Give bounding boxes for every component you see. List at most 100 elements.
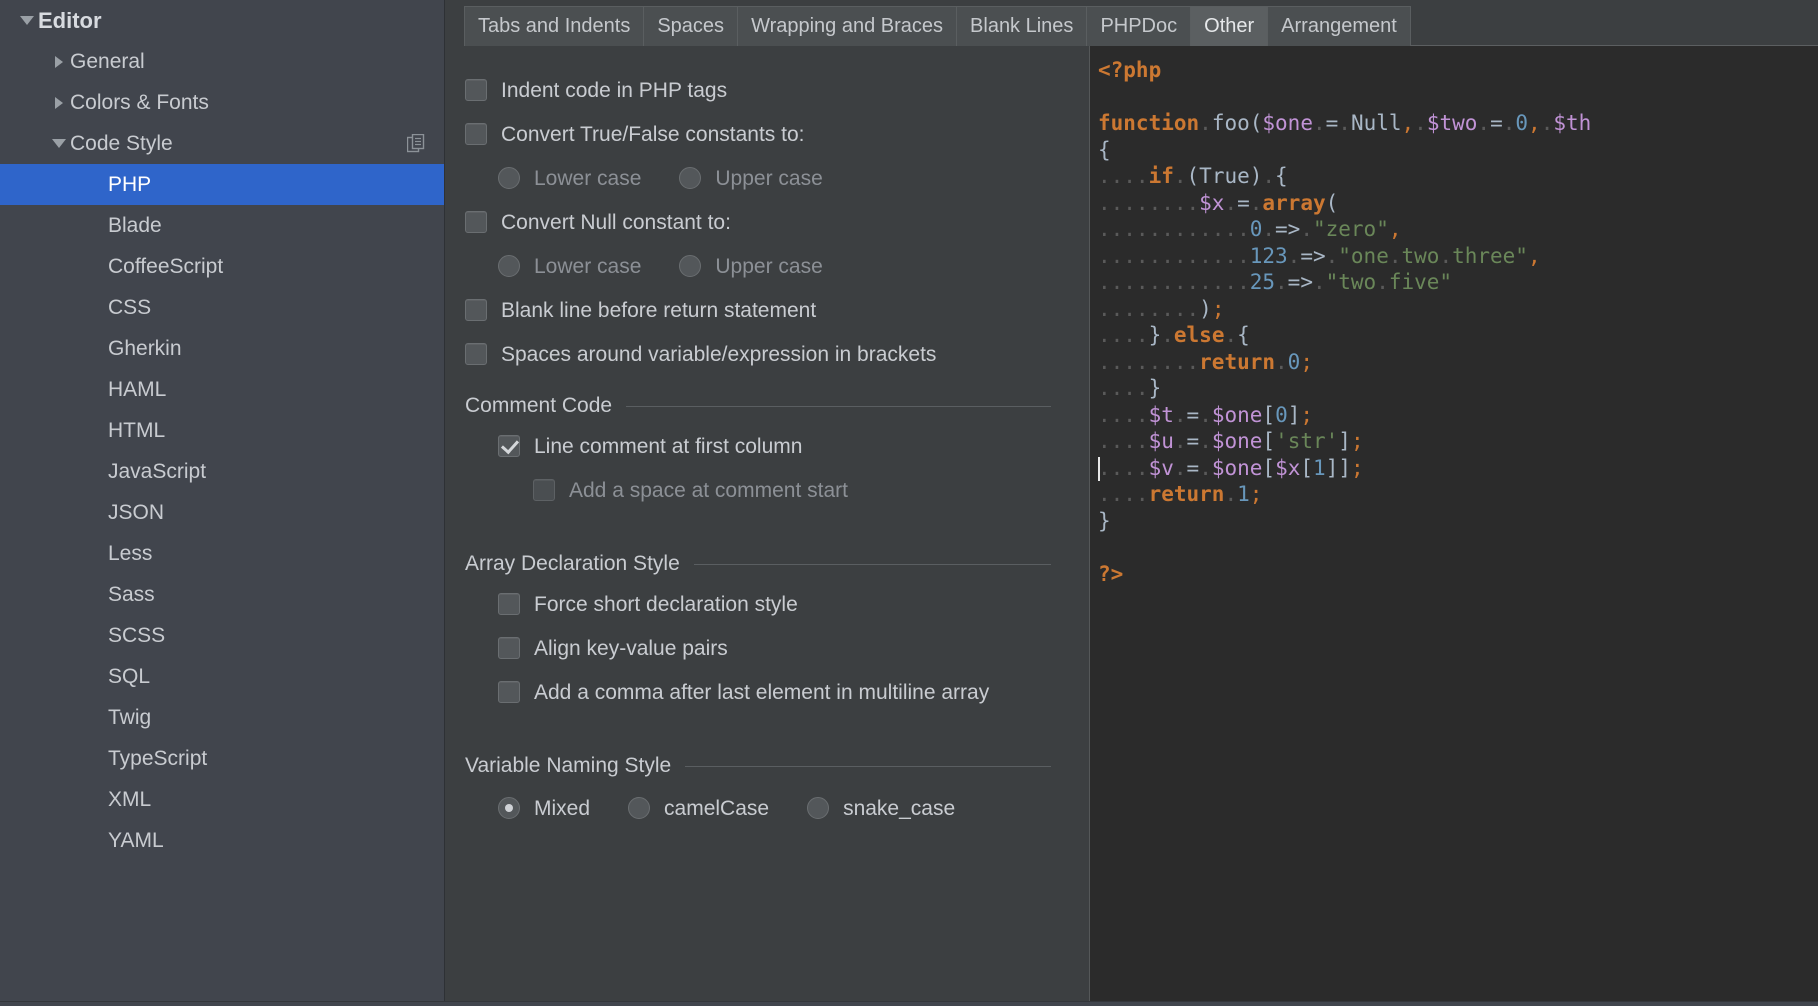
code-line: ....$u.=.$one['str'];: [1098, 428, 1818, 455]
sidebar-item-editor[interactable]: Editor: [0, 0, 444, 41]
chevron-down-icon[interactable]: [16, 16, 38, 25]
option-align-key-value-pairs[interactable]: Align key-value pairs: [445, 626, 1089, 670]
sidebar-item-json[interactable]: JSON: [0, 492, 444, 533]
radio-null-lower-case[interactable]: Lower case: [498, 255, 641, 277]
sidebar-item-javascript[interactable]: JavaScript: [0, 451, 444, 492]
chevron-right-icon[interactable]: [48, 97, 70, 109]
sidebar-item-label: Colors & Fonts: [70, 92, 209, 113]
sidebar-item-gherkin[interactable]: Gherkin: [0, 328, 444, 369]
sidebar-item-blade[interactable]: Blade: [0, 205, 444, 246]
code-preview-text[interactable]: <?php function.foo($one.=.Null,.$two.=.0…: [1090, 46, 1818, 587]
radio-group-null-case[interactable]: Lower case Upper case: [445, 244, 1089, 288]
tab-phpdoc[interactable]: PHPDoc: [1086, 6, 1191, 46]
group-title: Comment Code: [465, 394, 612, 418]
radio-button[interactable]: [679, 255, 701, 277]
sidebar-item-code-style[interactable]: Code Style: [0, 123, 444, 164]
radio-button[interactable]: [498, 255, 520, 277]
option-convert-true-false-constants[interactable]: Convert True/False constants to:: [445, 112, 1089, 156]
radio-naming-mixed[interactable]: Mixed: [498, 797, 590, 819]
option-spaces-around-variable-expression[interactable]: Spaces around variable/expression in bra…: [445, 332, 1089, 376]
radio-true-false-upper-case[interactable]: Upper case: [679, 167, 822, 189]
option-line-comment-at-first-column[interactable]: Line comment at first column: [445, 424, 1089, 468]
radio-naming-camelcase[interactable]: camelCase: [628, 797, 769, 819]
tab-arrangement[interactable]: Arrangement: [1267, 6, 1411, 46]
checkbox[interactable]: [465, 123, 487, 145]
checkbox[interactable]: [498, 435, 520, 457]
settings-window: Editor General Colors & Fonts Code Style: [0, 0, 1818, 1006]
sidebar-item-sass[interactable]: Sass: [0, 574, 444, 615]
checkbox[interactable]: [498, 637, 520, 659]
chevron-right-icon[interactable]: [48, 56, 70, 68]
option-label: Spaces around variable/expression in bra…: [501, 344, 936, 365]
chevron-down-icon[interactable]: [48, 139, 70, 148]
sidebar-item-twig[interactable]: Twig: [0, 697, 444, 738]
sidebar-item-label: HTML: [108, 420, 165, 441]
group-title: Variable Naming Style: [465, 754, 671, 778]
checkbox[interactable]: [465, 211, 487, 233]
tab-label: Arrangement: [1281, 15, 1397, 38]
radio-group-variable-naming-style[interactable]: Mixed camelCase snake_case: [445, 786, 1089, 830]
code-line: ............25.=>."two.five": [1098, 269, 1818, 296]
copy-icon[interactable]: [407, 134, 426, 154]
tab-blank-lines[interactable]: Blank Lines: [956, 6, 1087, 46]
option-label: Blank line before return statement: [501, 300, 816, 321]
tab-label: Wrapping and Braces: [751, 15, 943, 38]
code-line: <?php: [1098, 57, 1818, 84]
radio-button[interactable]: [498, 797, 520, 819]
sidebar-item-html[interactable]: HTML: [0, 410, 444, 451]
sidebar-item-css[interactable]: CSS: [0, 287, 444, 328]
radio-button[interactable]: [807, 797, 829, 819]
sidebar-item-xml[interactable]: XML: [0, 779, 444, 820]
checkbox[interactable]: [465, 299, 487, 321]
checkbox[interactable]: [498, 681, 520, 703]
option-label: Convert True/False constants to:: [501, 124, 804, 145]
tab-spaces[interactable]: Spaces: [643, 6, 738, 46]
option-add-space-at-comment-start[interactable]: Add a space at comment start: [445, 468, 1089, 512]
option-add-comma-after-last-element[interactable]: Add a comma after last element in multil…: [445, 670, 1089, 714]
checkbox[interactable]: [465, 343, 487, 365]
code-preview-pane[interactable]: <?php function.foo($one.=.Null,.$two.=.0…: [1089, 46, 1818, 1006]
sidebar-item-typescript[interactable]: TypeScript: [0, 738, 444, 779]
code-line: ....}: [1098, 375, 1818, 402]
sidebar-item-php[interactable]: PHP: [0, 164, 444, 205]
radio-group-true-false-case[interactable]: Lower case Upper case: [445, 156, 1089, 200]
option-indent-code-in-php-tags[interactable]: Indent code in PHP tags: [445, 68, 1089, 112]
sidebar-item-coffeescript[interactable]: CoffeeScript: [0, 246, 444, 287]
sidebar-item-haml[interactable]: HAML: [0, 369, 444, 410]
radio-label: camelCase: [664, 798, 769, 819]
settings-options-pane: Indent code in PHP tags Convert True/Fal…: [445, 46, 1089, 1006]
sidebar-item-colors-and-fonts[interactable]: Colors & Fonts: [0, 82, 444, 123]
sidebar-item-yaml[interactable]: YAML: [0, 820, 444, 861]
tab-other[interactable]: Other: [1190, 6, 1268, 46]
sidebar-item-label: Blade: [108, 215, 162, 236]
radio-naming-snake-case[interactable]: snake_case: [807, 797, 955, 819]
settings-tree-sidebar[interactable]: Editor General Colors & Fonts Code Style: [0, 0, 445, 1006]
radio-button[interactable]: [628, 797, 650, 819]
checkbox[interactable]: [498, 593, 520, 615]
sidebar-item-label: TypeScript: [108, 748, 207, 769]
radio-label: Mixed: [534, 798, 590, 819]
option-convert-null-constant[interactable]: Convert Null constant to:: [445, 200, 1089, 244]
sidebar-item-scss[interactable]: SCSS: [0, 615, 444, 656]
group-title: Array Declaration Style: [465, 552, 680, 576]
checkbox[interactable]: [465, 79, 487, 101]
tab-bar-filler: [1410, 6, 1818, 46]
radio-null-upper-case[interactable]: Upper case: [679, 255, 822, 277]
tab-wrapping-and-braces[interactable]: Wrapping and Braces: [737, 6, 957, 46]
sidebar-item-sql[interactable]: SQL: [0, 656, 444, 697]
option-label: Add a comma after last element in multil…: [534, 682, 989, 703]
tab-tabs-and-indents[interactable]: Tabs and Indents: [464, 6, 644, 46]
sidebar-item-general[interactable]: General: [0, 41, 444, 82]
sidebar-item-less[interactable]: Less: [0, 533, 444, 574]
group-divider: [685, 766, 1051, 767]
radio-true-false-lower-case[interactable]: Lower case: [498, 167, 641, 189]
radio-button[interactable]: [679, 167, 701, 189]
option-force-short-declaration-style[interactable]: Force short declaration style: [445, 582, 1089, 626]
radio-button[interactable]: [498, 167, 520, 189]
sidebar-item-label: Sass: [108, 584, 155, 605]
option-blank-line-before-return[interactable]: Blank line before return statement: [445, 288, 1089, 332]
tab-label: Spaces: [657, 15, 724, 38]
checkbox[interactable]: [533, 479, 555, 501]
code-line: ....$v.=.$one[$x[1]];: [1098, 455, 1818, 482]
group-header-array-declaration-style: Array Declaration Style: [445, 552, 1089, 576]
